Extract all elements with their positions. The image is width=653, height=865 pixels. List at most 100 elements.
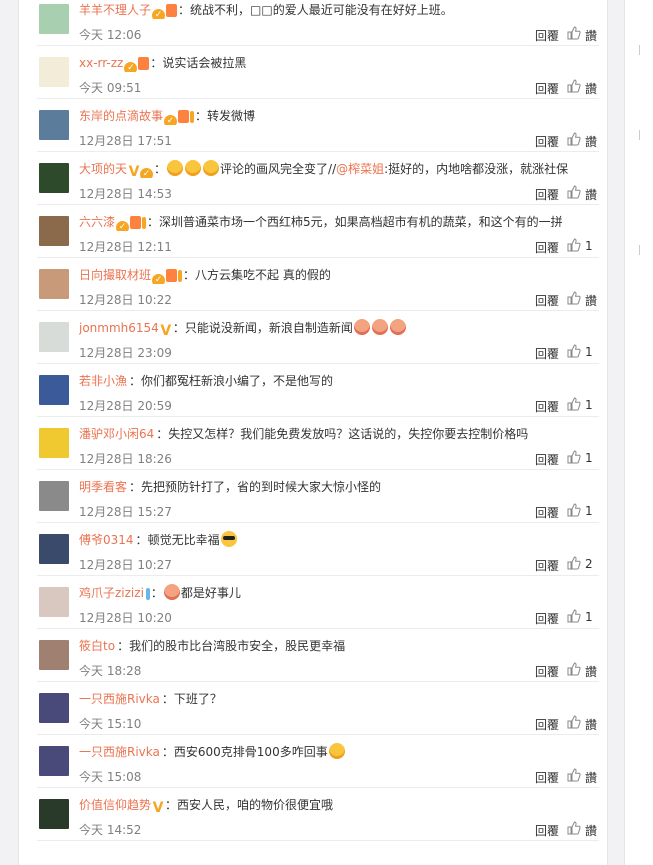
avatar[interactable] (39, 534, 69, 564)
username-link[interactable]: xx-rr-zz (79, 56, 123, 70)
level-badge-icon (166, 269, 178, 282)
thumbs-up-icon (567, 556, 581, 570)
comment-line: 羊羊不理人子 ✓ ：统战不利，□□的爱人最近可能没有在好好上班。 (79, 1, 599, 19)
like-button[interactable]: 讚 (567, 26, 599, 43)
like-count: 1 (585, 504, 593, 518)
like-count: 1 (585, 610, 593, 624)
avatar[interactable] (39, 746, 69, 776)
right-sidebar (624, 0, 653, 865)
like-button[interactable]: 1 (567, 450, 599, 466)
username-link[interactable]: 大项的天 (79, 162, 127, 176)
cool-emoji-icon (220, 531, 237, 547)
comment-text: 深圳普通菜市场一个西红柿5元，如果高档超市有机的蔬菜，和这个有的一拼 (159, 215, 563, 229)
comment-panel: 羊羊不理人子 ✓ ：统战不利，□□的爱人最近可能没有在好好上班。 今天 12:06 回覆… (18, 0, 608, 865)
like-button[interactable]: 讚 (567, 291, 599, 308)
username-link[interactable]: 东岸的点滴故事 (79, 109, 163, 123)
comment-item: 东岸的点滴故事 ✓ ：转发微博 12月28日 17:51 回覆 讚 (37, 99, 599, 152)
verified-v-icon[interactable]: V (152, 801, 164, 814)
reply-button[interactable]: 回覆 (535, 239, 559, 256)
vip-badge-icon[interactable]: ✓ (140, 168, 154, 178)
user-badges (145, 587, 150, 602)
vip-badge-icon[interactable]: ✓ (164, 115, 178, 125)
like-button[interactable]: 1 (567, 397, 599, 413)
username-link[interactable]: 羊羊不理人子 (79, 3, 151, 17)
like-button[interactable]: 讚 (567, 132, 599, 149)
avatar[interactable] (39, 640, 69, 670)
reply-button[interactable]: 回覆 (535, 451, 559, 468)
reply-button[interactable]: 回覆 (535, 716, 559, 733)
comment-item: 筱白to ：我们的股市比台湾股市安全，股民更幸福 今天 18:28 回覆 讚 (37, 629, 599, 682)
like-button[interactable]: 1 (567, 344, 599, 360)
avatar[interactable] (39, 322, 69, 352)
like-count: 1 (585, 239, 593, 253)
comment-time: 12月28日 12:11 (79, 240, 172, 254)
comment-text: 下班了？ (173, 692, 222, 706)
like-button[interactable]: 讚 (567, 821, 599, 838)
username-link[interactable]: 鸡爪子zizizi (79, 586, 144, 600)
avatar[interactable] (39, 428, 69, 458)
verified-v-icon[interactable]: V (160, 324, 172, 337)
avatar[interactable] (39, 216, 69, 246)
avatar[interactable] (39, 57, 69, 87)
thumbs-up-icon (567, 821, 581, 835)
user-badges: ✓ (124, 57, 150, 72)
like-button[interactable]: 1 (567, 609, 599, 625)
like-button[interactable]: 讚 (567, 715, 599, 732)
comment-time: 12月28日 14:53 (79, 187, 172, 201)
reply-button[interactable]: 回覆 (535, 398, 559, 415)
username-link[interactable]: 一只西施Rivka (79, 692, 160, 706)
username-link[interactable]: 傅爷0314 (79, 533, 134, 547)
username-link[interactable]: 一只西施Rivka (79, 745, 160, 759)
comment-time: 今天 18:28 (79, 664, 142, 678)
username-link[interactable]: 若非小漁 (79, 374, 127, 388)
like-button[interactable]: 1 (567, 503, 599, 519)
laugh-emoji-icon (203, 160, 220, 176)
like-button[interactable]: 1 (567, 238, 599, 254)
vip-badge-icon[interactable]: ✓ (124, 62, 138, 72)
avatar[interactable] (39, 693, 69, 723)
reply-button[interactable]: 回覆 (535, 557, 559, 574)
avatar[interactable] (39, 163, 69, 193)
vip-badge-icon[interactable]: ✓ (116, 221, 130, 231)
reply-button[interactable]: 回覆 (535, 80, 559, 97)
username-link[interactable]: 价值信仰趋势 (79, 798, 151, 812)
like-button[interactable]: 讚 (567, 662, 599, 679)
reply-button[interactable]: 回覆 (535, 504, 559, 521)
username-link[interactable]: 日向撮取材班 (79, 268, 151, 282)
comment-item: 若非小漁 ：你们都冤枉新浪小编了，不是他写的 12月28日 20:59 回覆 1 (37, 364, 599, 417)
vip-badge-icon[interactable]: ✓ (152, 9, 166, 19)
mention-link[interactable]: @榨菜姐 (336, 162, 384, 176)
reply-button[interactable]: 回覆 (535, 345, 559, 362)
thumbs-up-icon (567, 450, 581, 464)
avatar[interactable] (39, 110, 69, 140)
reply-button[interactable]: 回覆 (535, 186, 559, 203)
avatar[interactable] (39, 4, 69, 34)
comment-text-continued: :挺好的，内地啥都没涨，就涨社保 (384, 162, 569, 176)
reply-button[interactable]: 回覆 (535, 27, 559, 44)
avatar[interactable] (39, 375, 69, 405)
avatar[interactable] (39, 269, 69, 299)
reply-button[interactable]: 回覆 (535, 769, 559, 786)
like-button[interactable]: 讚 (567, 185, 599, 202)
avatar[interactable] (39, 481, 69, 511)
username-link[interactable]: 六六漆 (79, 215, 115, 229)
reply-button[interactable]: 回覆 (535, 292, 559, 309)
username-link[interactable]: 明季看客 (79, 480, 127, 494)
comment-time: 12月28日 15:27 (79, 505, 172, 519)
comment-text: 转发微博 (207, 109, 256, 123)
like-button[interactable]: 讚 (567, 768, 599, 785)
like-button[interactable]: 讚 (567, 79, 599, 96)
reply-button[interactable]: 回覆 (535, 822, 559, 839)
comment-text: 顿觉无比幸福 (147, 533, 220, 547)
verified-v-icon[interactable]: V (128, 165, 140, 178)
reply-button[interactable]: 回覆 (535, 133, 559, 150)
vip-badge-icon[interactable]: ✓ (152, 274, 166, 284)
reply-button[interactable]: 回覆 (535, 663, 559, 680)
like-button[interactable]: 2 (567, 556, 599, 572)
username-link[interactable]: 潘驴邓小闲64 (79, 427, 154, 441)
avatar[interactable] (39, 799, 69, 829)
avatar[interactable] (39, 587, 69, 617)
reply-button[interactable]: 回覆 (535, 610, 559, 627)
username-link[interactable]: 筱白to (79, 639, 115, 653)
username-link[interactable]: jonmmh6154 (79, 321, 159, 335)
